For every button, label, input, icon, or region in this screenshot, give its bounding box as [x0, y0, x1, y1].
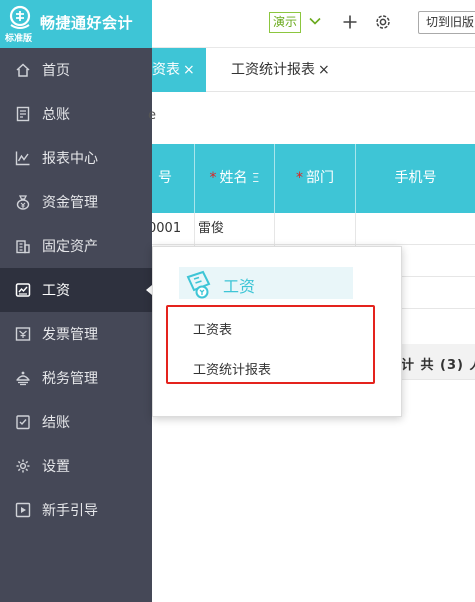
column-header-phone[interactable]: 手机号 [356, 144, 475, 213]
brand-edition: 标准版 [5, 34, 33, 44]
sidebar-item-label: 设置 [42, 459, 70, 475]
sidebar-item-reports[interactable]: 报表中心 [0, 136, 152, 180]
tab-salary-sheet[interactable]: 资表 × [152, 48, 206, 92]
sidebar-item-funds[interactable]: 资金管理 [0, 180, 152, 224]
sidebar-item-closing[interactable]: 结账 [0, 400, 152, 444]
gear-icon[interactable] [374, 13, 392, 31]
tax-icon [15, 370, 31, 386]
sidebar-menu: 首页 总账 报表中心 资金管理 固定资产 工资 发票管理 税务管理 结账 设置 … [0, 48, 152, 532]
logo-bar[interactable]: 畅捷通好会计 标准版 [0, 0, 152, 48]
salary-icon [15, 282, 31, 298]
plus-icon[interactable] [342, 14, 358, 30]
sidebar-item-label: 工资 [42, 283, 70, 299]
toolbar-row: e [148, 92, 475, 144]
column-header-department[interactable]: * 部门 [275, 144, 356, 213]
play-icon [15, 502, 31, 518]
cell-id: 0001 [152, 213, 195, 245]
sidebar-item-label: 结账 [42, 415, 70, 431]
sidebar-item-label: 固定资产 [42, 239, 98, 255]
sidebar-item-settings[interactable]: 设置 [0, 444, 152, 488]
building-icon [15, 238, 31, 254]
sidebar-item-label: 新手引导 [42, 503, 98, 519]
demo-badge[interactable]: 演示 [269, 12, 302, 33]
sidebar-item-label: 税务管理 [42, 371, 98, 387]
sidebar: 畅捷通好会计 标准版 首页 总账 报表中心 资金管理 固定资产 工资 发票管理 … [0, 0, 152, 602]
submenu-header: 工资 [179, 267, 353, 299]
table-header: 号 * 姓名 Ξ * 部门 手机号 [152, 144, 475, 213]
sidebar-item-home[interactable]: 首页 [0, 48, 152, 92]
logo-icon [9, 5, 31, 29]
sidebar-item-invoices[interactable]: 发票管理 [0, 312, 152, 356]
ledger-icon [15, 106, 31, 122]
sidebar-item-label: 首页 [42, 63, 70, 79]
tab-salary-statistics[interactable]: 工资统计报表 × [231, 48, 330, 92]
sidebar-item-ledger[interactable]: 总账 [0, 92, 152, 136]
checkout-icon [15, 414, 31, 430]
sidebar-item-tax[interactable]: 税务管理 [0, 356, 152, 400]
salary-icon [186, 270, 211, 299]
switch-version-button[interactable]: 切到旧版 [418, 11, 475, 34]
toolbar-text-fragment: e [148, 108, 156, 123]
close-icon[interactable]: × [183, 62, 195, 78]
chevron-down-icon[interactable] [308, 14, 322, 28]
top-bar: 演示 切到旧版 [152, 0, 475, 48]
table-row[interactable]: 0001 雷俊 [152, 213, 475, 245]
sidebar-item-label: 资金管理 [42, 195, 98, 211]
sidebar-item-label: 发票管理 [42, 327, 98, 343]
gear-icon [15, 458, 31, 474]
chart-line-icon [15, 150, 31, 166]
submenu-title: 工资 [223, 277, 256, 296]
cell-department [275, 213, 356, 245]
highlight-box [166, 305, 375, 384]
home-icon [15, 62, 31, 78]
tab-label: 工资统计报表 [231, 62, 315, 78]
tab-bar: 资表 × 工资统计报表 × [152, 48, 475, 92]
cell-name: 雷俊 [195, 213, 275, 245]
brand-name: 畅捷通好会计 [40, 14, 134, 32]
close-icon[interactable]: × [318, 62, 330, 78]
column-header-name[interactable]: * 姓名 Ξ [195, 144, 275, 213]
invoice-icon [15, 326, 31, 342]
cell-phone [356, 213, 475, 245]
sidebar-item-label: 报表中心 [42, 151, 98, 167]
tab-label: 资表 [152, 62, 180, 78]
sidebar-item-salary[interactable]: 工资 [0, 268, 152, 312]
sidebar-item-guide[interactable]: 新手引导 [0, 488, 152, 532]
column-header-id[interactable]: 号 [132, 144, 195, 213]
sidebar-item-label: 总账 [42, 107, 70, 123]
sidebar-item-fixed-assets[interactable]: 固定资产 [0, 224, 152, 268]
summary-count: 计 共 (3) 人 [401, 358, 475, 373]
money-bag-icon [15, 194, 31, 210]
